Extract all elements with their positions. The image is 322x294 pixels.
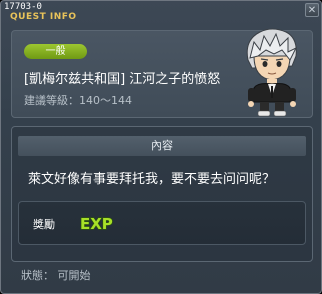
exp-icon-text: EXP xyxy=(80,215,113,232)
quest-info-window: 17703-0 QUEST INFO ✕ 一般 [凱梅尔兹共和国] 江河之子的愤… xyxy=(0,0,322,294)
quest-title: [凱梅尔兹共和国] 江河之子的愤怒 xyxy=(24,72,221,87)
reward-box: 獎勵 EXP xyxy=(18,201,306,245)
quest-status: 狀態： 可開始 xyxy=(21,269,91,282)
npc-portrait-icon xyxy=(246,28,298,117)
quest-content-panel: 內容 萊文好像有事要拜托我，要不要去问问呢？ 獎勵 EXP xyxy=(11,126,313,262)
exp-icon[interactable]: EXP xyxy=(79,214,115,232)
quest-category-badge: 一般 xyxy=(24,44,87,59)
quest-header-panel: 一般 [凱梅尔兹共和国] 江河之子的愤怒 建議等級：140～144 xyxy=(11,28,313,118)
reward-label: 獎勵 xyxy=(33,218,55,231)
quest-description: 萊文好像有事要拜托我，要不要去问问呢？ xyxy=(28,172,276,187)
close-button[interactable]: ✕ xyxy=(305,3,319,17)
window-title: QUEST INFO xyxy=(10,12,77,22)
content-section-header: 內容 xyxy=(18,136,306,156)
close-icon: ✕ xyxy=(307,5,317,16)
recommended-level: 建議等級：140～144 xyxy=(24,94,132,107)
